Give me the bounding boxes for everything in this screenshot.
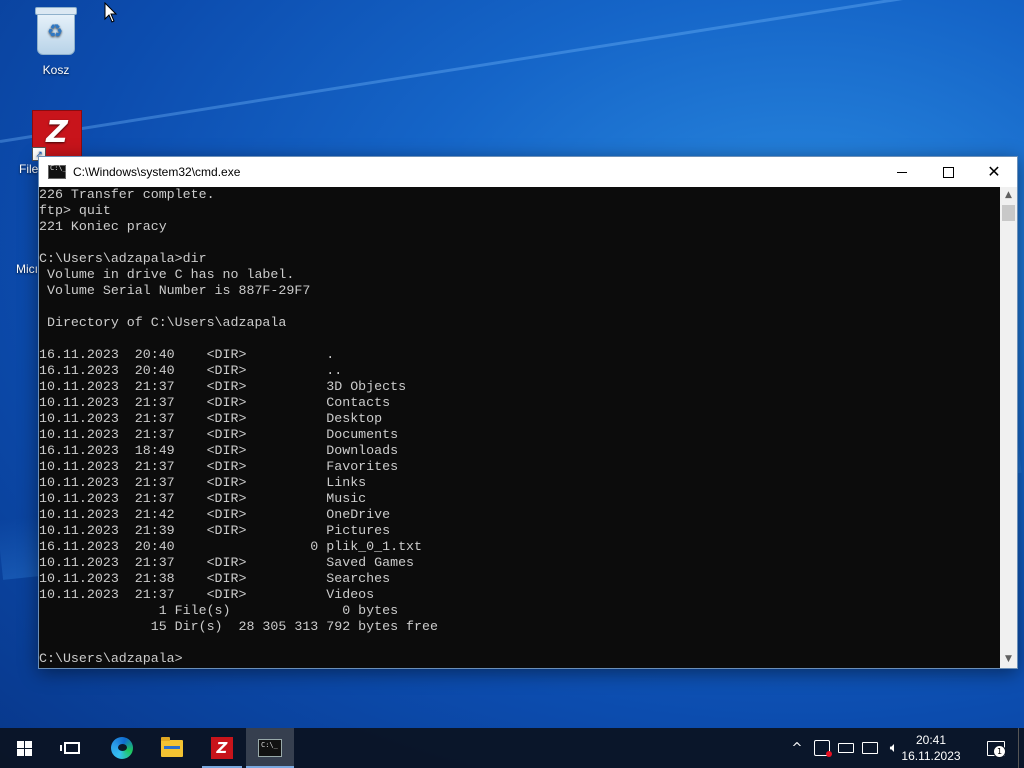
console-line: 1 File(s) 0 bytes bbox=[39, 603, 399, 618]
notification-count: 1 bbox=[993, 744, 1006, 758]
start-button[interactable] bbox=[0, 728, 48, 768]
file-explorer-icon bbox=[161, 736, 183, 757]
console-line: 10.11.2023 21:37 <DIR> Favorites bbox=[39, 459, 399, 474]
scroll-down-arrow-icon[interactable]: ▼ bbox=[1000, 651, 1017, 668]
console-line: 10.11.2023 21:37 <DIR> Videos bbox=[39, 587, 375, 602]
wallpaper-ray bbox=[0, 0, 1012, 143]
console-line: 10.11.2023 21:37 <DIR> Saved Games bbox=[39, 555, 415, 570]
notification-icon: 1 bbox=[987, 740, 1006, 758]
console-line: 10.11.2023 21:39 <DIR> Pictures bbox=[39, 523, 391, 538]
security-icon bbox=[814, 740, 832, 757]
cmd-window[interactable]: C:\Windows\system32\cmd.exe ✕ 226 Transf… bbox=[38, 156, 1018, 669]
chevron-up-icon: ^ bbox=[791, 740, 803, 756]
mouse-cursor-icon bbox=[104, 2, 118, 23]
desktop-icon-label: Kosz bbox=[42, 63, 70, 77]
console-line: 10.11.2023 21:37 <DIR> Links bbox=[39, 475, 367, 490]
task-view-button[interactable] bbox=[48, 728, 96, 768]
maximize-icon bbox=[942, 166, 954, 178]
console-line: 221 Koniec pracy bbox=[39, 219, 167, 234]
console-line: C:\Users\adzapala>dir bbox=[39, 251, 207, 266]
tray-power-button[interactable] bbox=[834, 728, 858, 768]
console-line: 16.11.2023 20:40 <DIR> . bbox=[39, 347, 335, 362]
close-icon: ✕ bbox=[987, 162, 1001, 181]
show-hidden-icons-button[interactable]: ^ bbox=[786, 728, 808, 768]
clock-time: 20:41 bbox=[915, 733, 947, 747]
console-line: 15 Dir(s) 28 305 313 792 bytes free bbox=[39, 619, 438, 634]
cmd-icon bbox=[258, 739, 282, 757]
tray-security-button[interactable] bbox=[810, 728, 834, 768]
scroll-up-arrow-icon[interactable]: ▲ bbox=[1000, 187, 1017, 204]
scrollbar-thumb[interactable] bbox=[1002, 205, 1015, 221]
console-line: 10.11.2023 21:37 <DIR> Contacts bbox=[39, 395, 391, 410]
filezilla-icon: Z bbox=[211, 737, 233, 759]
edge-icon bbox=[111, 737, 133, 759]
network-icon bbox=[862, 742, 878, 754]
taskbar-cmd-button[interactable] bbox=[246, 728, 294, 768]
console-line: 10.11.2023 21:42 <DIR> OneDrive bbox=[39, 507, 391, 522]
desktop-icon-recycle-bin[interactable]: ♻ Kosz bbox=[16, 7, 96, 77]
action-center-button[interactable]: 1 bbox=[978, 728, 1014, 768]
console-line: C:\Users\adzapala> bbox=[39, 651, 183, 666]
cmd-icon bbox=[48, 164, 67, 179]
show-desktop-button[interactable] bbox=[1018, 728, 1024, 768]
taskbar: Z ^ 🔈︎ 20:41 16.11.2023 1 bbox=[0, 728, 1024, 768]
taskbar-filezilla-button[interactable]: Z bbox=[198, 728, 246, 768]
clock-date: 16.11.2023 bbox=[901, 749, 961, 763]
close-button[interactable]: ✕ bbox=[971, 157, 1017, 187]
taskbar-file-explorer-button[interactable] bbox=[148, 728, 196, 768]
console-line: 10.11.2023 21:37 <DIR> Desktop bbox=[39, 411, 383, 426]
console-line: ftp> quit bbox=[39, 203, 111, 218]
console-line: 16.11.2023 18:49 <DIR> Downloads bbox=[39, 443, 399, 458]
tray-network-button[interactable] bbox=[858, 728, 882, 768]
console-line: 226 Transfer complete. bbox=[39, 187, 215, 202]
minimize-button[interactable] bbox=[879, 157, 925, 187]
console-line: 10.11.2023 21:37 <DIR> Documents bbox=[39, 427, 399, 442]
console-line: Directory of C:\Users\adzapala bbox=[39, 315, 287, 330]
filezilla-icon: Z ↗ bbox=[32, 110, 82, 161]
vertical-scrollbar[interactable]: ▲ ▼ bbox=[1000, 187, 1017, 668]
windows-logo-icon bbox=[16, 740, 32, 756]
window-title: C:\Windows\system32\cmd.exe bbox=[73, 165, 241, 179]
console-line: Volume Serial Number is 887F-29F7 bbox=[39, 283, 311, 298]
console-line: 10.11.2023 21:37 <DIR> Music bbox=[39, 491, 367, 506]
console-line: 10.11.2023 21:38 <DIR> Searches bbox=[39, 571, 391, 586]
power-icon bbox=[838, 743, 854, 753]
console-text: 226 Transfer complete. ftp> quit 221 Konie… bbox=[39, 187, 1000, 667]
console-line: 16.11.2023 20:40 <DIR> .. bbox=[39, 363, 343, 378]
clock[interactable]: 20:41 16.11.2023 bbox=[896, 732, 966, 764]
maximize-button[interactable] bbox=[925, 157, 971, 187]
task-view-icon bbox=[60, 742, 80, 754]
window-titlebar[interactable]: C:\Windows\system32\cmd.exe ✕ bbox=[39, 157, 1017, 187]
console-line: 10.11.2023 21:37 <DIR> 3D Objects bbox=[39, 379, 407, 394]
taskbar-edge-button[interactable] bbox=[98, 728, 146, 768]
console-line: Volume in drive C has no label. bbox=[39, 267, 295, 282]
recycle-bin-icon: ♻ bbox=[32, 7, 80, 59]
console-line: 16.11.2023 20:40 0 plik_0_1.txt bbox=[39, 539, 423, 554]
minimize-icon bbox=[897, 171, 907, 173]
console-output[interactable]: 226 Transfer complete. ftp> quit 221 Konie… bbox=[39, 187, 1000, 668]
